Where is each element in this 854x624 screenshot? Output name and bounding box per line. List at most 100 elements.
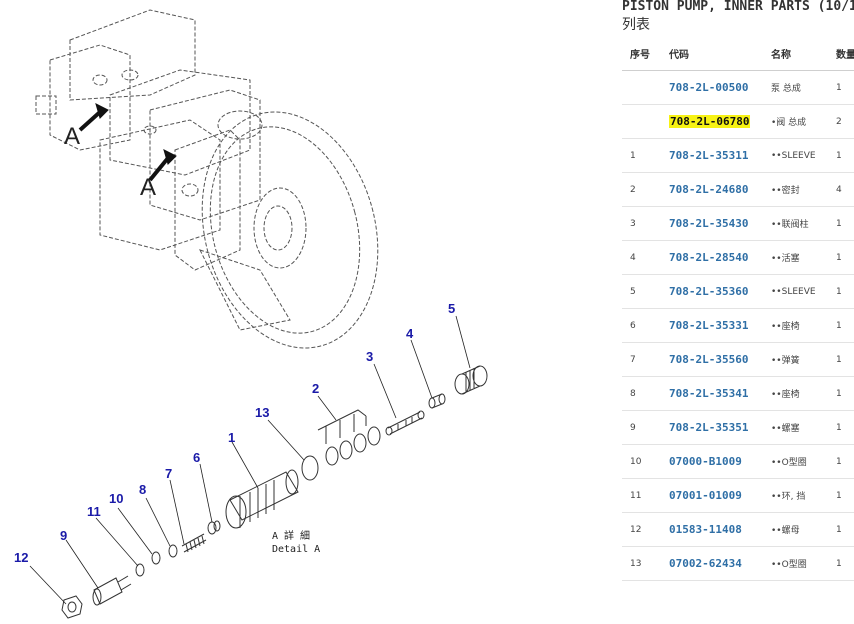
row-code-cell: 07000-B1009: [669, 444, 771, 479]
row-name: ••活塞: [771, 240, 836, 275]
part-code-link[interactable]: 708-2L-35351: [669, 421, 748, 434]
part-code-link[interactable]: 07000-B1009: [669, 455, 742, 468]
row-qty: 1: [836, 444, 854, 479]
row-seq: 8: [622, 376, 669, 411]
table-row[interactable]: 1 708-2L-35311 ••SLEEVE 1: [622, 138, 854, 173]
table-row[interactable]: 6 708-2L-35331 ••座椅 1: [622, 308, 854, 343]
row-seq: 13: [622, 546, 669, 581]
row-name: ••O型圈: [771, 444, 836, 479]
row-code-cell: 708-2L-24680: [669, 172, 771, 207]
header-name: 名称: [771, 36, 836, 71]
table-row[interactable]: 708-2L-00500 泵 总成 1: [622, 70, 854, 105]
part-code-link[interactable]: 07002-62434: [669, 557, 742, 570]
row-name: ••O型圈: [771, 546, 836, 581]
part-code-link[interactable]: 708-2L-35341: [669, 387, 748, 400]
table-row[interactable]: 2 708-2L-24680 ••密封 4: [622, 172, 854, 207]
view-letter-a-lower: A: [140, 174, 157, 201]
panel-subtitle: 列表: [622, 17, 650, 33]
callout-4: 4: [406, 326, 414, 341]
callout-1: 1: [228, 430, 236, 445]
parts-table: 序号 代码 名称 数量 708-2L-00500 泵 总成 1 708-2L-0678…: [622, 36, 854, 581]
part-code-link[interactable]: 708-2L-06780: [669, 115, 751, 128]
row-name: ••螺母: [771, 512, 836, 547]
callout-9: 9: [60, 528, 68, 543]
row-seq: 4: [622, 240, 669, 275]
part-7-spring: [181, 533, 207, 553]
row-seq: 3: [622, 206, 669, 241]
table-row[interactable]: 3 708-2L-35430 ••联阀柱 1: [622, 206, 854, 241]
part-code-link[interactable]: 07001-01009: [669, 489, 742, 502]
row-qty: 1: [836, 240, 854, 275]
row-seq: [622, 70, 669, 105]
header-qty: 数量: [836, 36, 854, 71]
row-seq: 2: [622, 172, 669, 207]
row-code-cell: 708-2L-35560: [669, 342, 771, 377]
callout-7: 7: [165, 466, 173, 481]
row-qty: 1: [836, 274, 854, 309]
header-code: 代码: [669, 36, 771, 71]
callout-3: 3: [366, 349, 374, 364]
row-name: ••弹簧: [771, 342, 836, 377]
part-2-seals: [317, 409, 381, 466]
row-seq: 5: [622, 274, 669, 309]
row-name: ••联阀柱: [771, 206, 836, 241]
row-name: ••座椅: [771, 376, 836, 411]
part-code-link[interactable]: 01583-11408: [669, 523, 742, 536]
row-qty: 1: [836, 410, 854, 445]
row-code-cell: 708-2L-06780: [669, 104, 771, 139]
row-name: ••SLEEVE: [771, 274, 836, 309]
row-code-cell: 708-2L-35360: [669, 274, 771, 309]
row-qty: 1: [836, 512, 854, 547]
row-name: ••SLEEVE: [771, 138, 836, 173]
row-name: 泵 总成: [771, 70, 836, 105]
table-row[interactable]: 9 708-2L-35351 ••螺塞 1: [622, 410, 854, 445]
row-code-cell: 07002-62434: [669, 546, 771, 581]
parts-list-panel: PISTON PUMP, INNER PARTS (10/1 列表 序号 代码 …: [622, 0, 854, 624]
table-row[interactable]: 7 708-2L-35560 ••弹簧 1: [622, 342, 854, 377]
table-row[interactable]: 13 07002-62434 ••O型圈 1: [622, 546, 854, 581]
row-code-cell: 01583-11408: [669, 512, 771, 547]
part-8-seat: [168, 544, 178, 558]
row-name: ••环, 挡: [771, 478, 836, 513]
table-row[interactable]: 8 708-2L-35341 ••座椅 1: [622, 376, 854, 411]
part-code-link[interactable]: 708-2L-28540: [669, 251, 748, 264]
row-code-cell: 708-2L-00500: [669, 70, 771, 105]
row-seq: 9: [622, 410, 669, 445]
callout-8: 8: [139, 482, 147, 497]
row-seq: 7: [622, 342, 669, 377]
row-qty: 1: [836, 546, 854, 581]
row-seq: 12: [622, 512, 669, 547]
callout-10: 10: [109, 491, 124, 506]
detail-caption: A 詳 細 Detail A: [272, 530, 320, 556]
callout-12: 12: [14, 550, 29, 565]
detail-caption-cn: A 詳 細: [272, 531, 311, 542]
part-11-ring: [135, 563, 145, 577]
row-seq: [622, 104, 669, 139]
part-6-seat: [207, 520, 221, 535]
part-code-link[interactable]: 708-2L-24680: [669, 183, 748, 196]
table-row[interactable]: 11 07001-01009 ••环, 挡1: [622, 478, 854, 513]
row-qty: 1: [836, 376, 854, 411]
row-seq: 11: [622, 478, 669, 513]
header-seq: 序号: [622, 36, 669, 71]
row-seq: 1: [622, 138, 669, 173]
table-row[interactable]: 4 708-2L-28540 ••活塞 1: [622, 240, 854, 275]
exploded-parts-diagram: A A 1 2 3 4 5 6 7 8 9 10 11 12 13 A 詳 細 …: [0, 0, 610, 624]
row-code-cell: 708-2L-35341: [669, 376, 771, 411]
part-12-nut: [61, 595, 83, 619]
row-qty: 1: [836, 478, 854, 513]
part-code-link[interactable]: 708-2L-35360: [669, 285, 748, 298]
row-name: ••密封: [771, 172, 836, 207]
callout-13: 13: [255, 405, 270, 420]
part-code-link[interactable]: 708-2L-35331: [669, 319, 748, 332]
view-letter-a-upper: A: [64, 123, 81, 150]
part-code-link[interactable]: 708-2L-00500: [669, 81, 748, 94]
part-code-link[interactable]: 708-2L-35430: [669, 217, 748, 230]
table-row[interactable]: 708-2L-06780 •阀 总成 2: [622, 104, 854, 139]
row-code-cell: 708-2L-35311: [669, 138, 771, 173]
part-code-link[interactable]: 708-2L-35311: [669, 149, 748, 162]
table-row[interactable]: 5 708-2L-35360 ••SLEEVE 1: [622, 274, 854, 309]
part-code-link[interactable]: 708-2L-35560: [669, 353, 748, 366]
table-row[interactable]: 12 01583-11408 ••螺母 1: [622, 512, 854, 547]
table-row[interactable]: 10 07000-B1009 ••O型圈 1: [622, 444, 854, 479]
